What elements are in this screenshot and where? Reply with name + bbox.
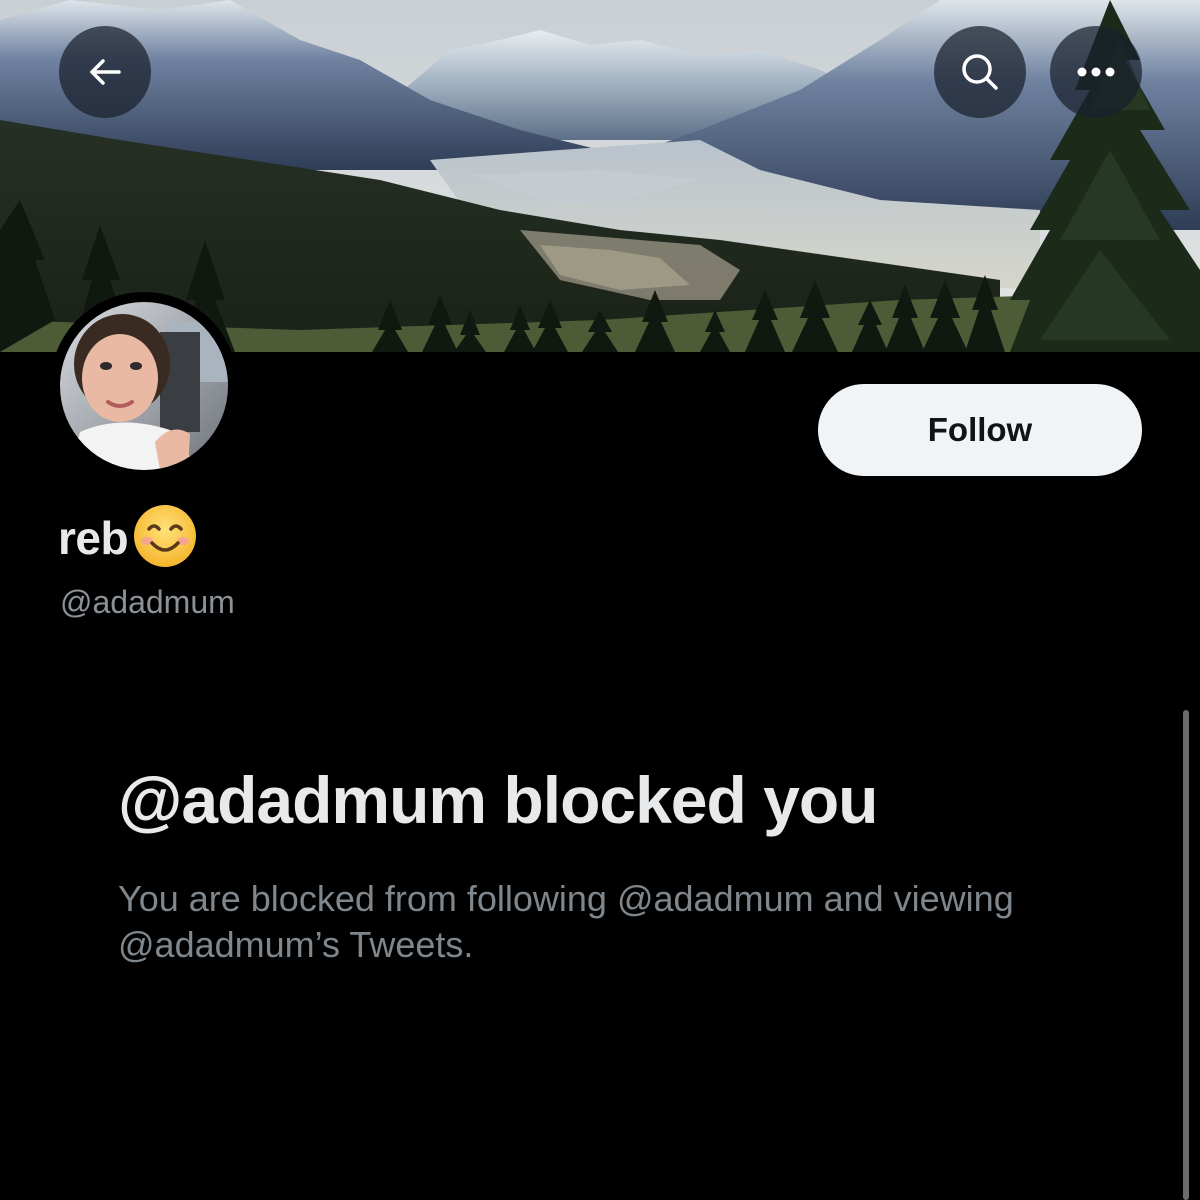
profile-handle: @adadmum	[60, 584, 235, 620]
scrollbar[interactable]	[1183, 710, 1189, 1200]
follow-button[interactable]: Follow	[818, 384, 1142, 476]
profile-page: Follow reb @adadmum @adadmum blocked you…	[0, 0, 1200, 1200]
blocked-description: You are blocked from following @adadmum …	[118, 878, 1014, 965]
search-button[interactable]	[934, 26, 1026, 118]
smiling-face-emoji	[132, 503, 198, 580]
display-name-text: reb	[58, 512, 129, 564]
more-dots-icon	[1077, 67, 1115, 77]
profile-photo	[60, 302, 228, 470]
more-options-button[interactable]	[1050, 26, 1142, 118]
back-button[interactable]	[59, 26, 151, 118]
avatar[interactable]	[60, 302, 228, 470]
arrow-left-icon	[90, 59, 121, 85]
search-icon	[962, 54, 998, 90]
display-name: reb	[58, 504, 198, 570]
blocked-title: @adadmum blocked you	[118, 763, 878, 837]
